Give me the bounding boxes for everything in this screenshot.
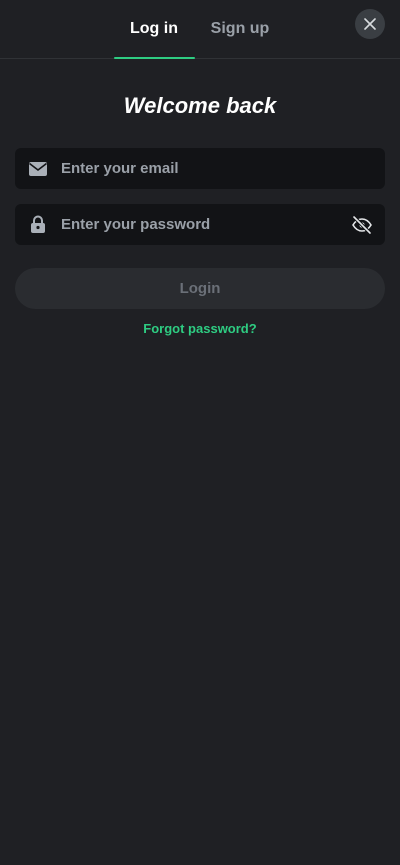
password-visibility-toggle[interactable] <box>339 204 385 245</box>
login-button[interactable]: Login <box>15 268 385 309</box>
email-input[interactable] <box>61 148 385 189</box>
active-tab-indicator <box>114 57 195 59</box>
tab-login[interactable]: Log in <box>114 0 194 59</box>
password-field[interactable] <box>15 204 385 245</box>
lock-icon <box>15 215 61 234</box>
email-field[interactable] <box>15 148 385 189</box>
password-input[interactable] <box>61 204 339 245</box>
page-title: Welcome back <box>123 93 277 118</box>
close-icon <box>364 18 376 30</box>
envelope-icon <box>15 161 61 177</box>
auth-tabs: Log in Sign up <box>0 0 400 59</box>
close-button[interactable] <box>355 9 385 39</box>
eye-slash-icon <box>352 214 372 235</box>
tab-signup[interactable]: Sign up <box>200 0 280 59</box>
forgot-password-link[interactable]: Forgot password? <box>0 321 400 336</box>
